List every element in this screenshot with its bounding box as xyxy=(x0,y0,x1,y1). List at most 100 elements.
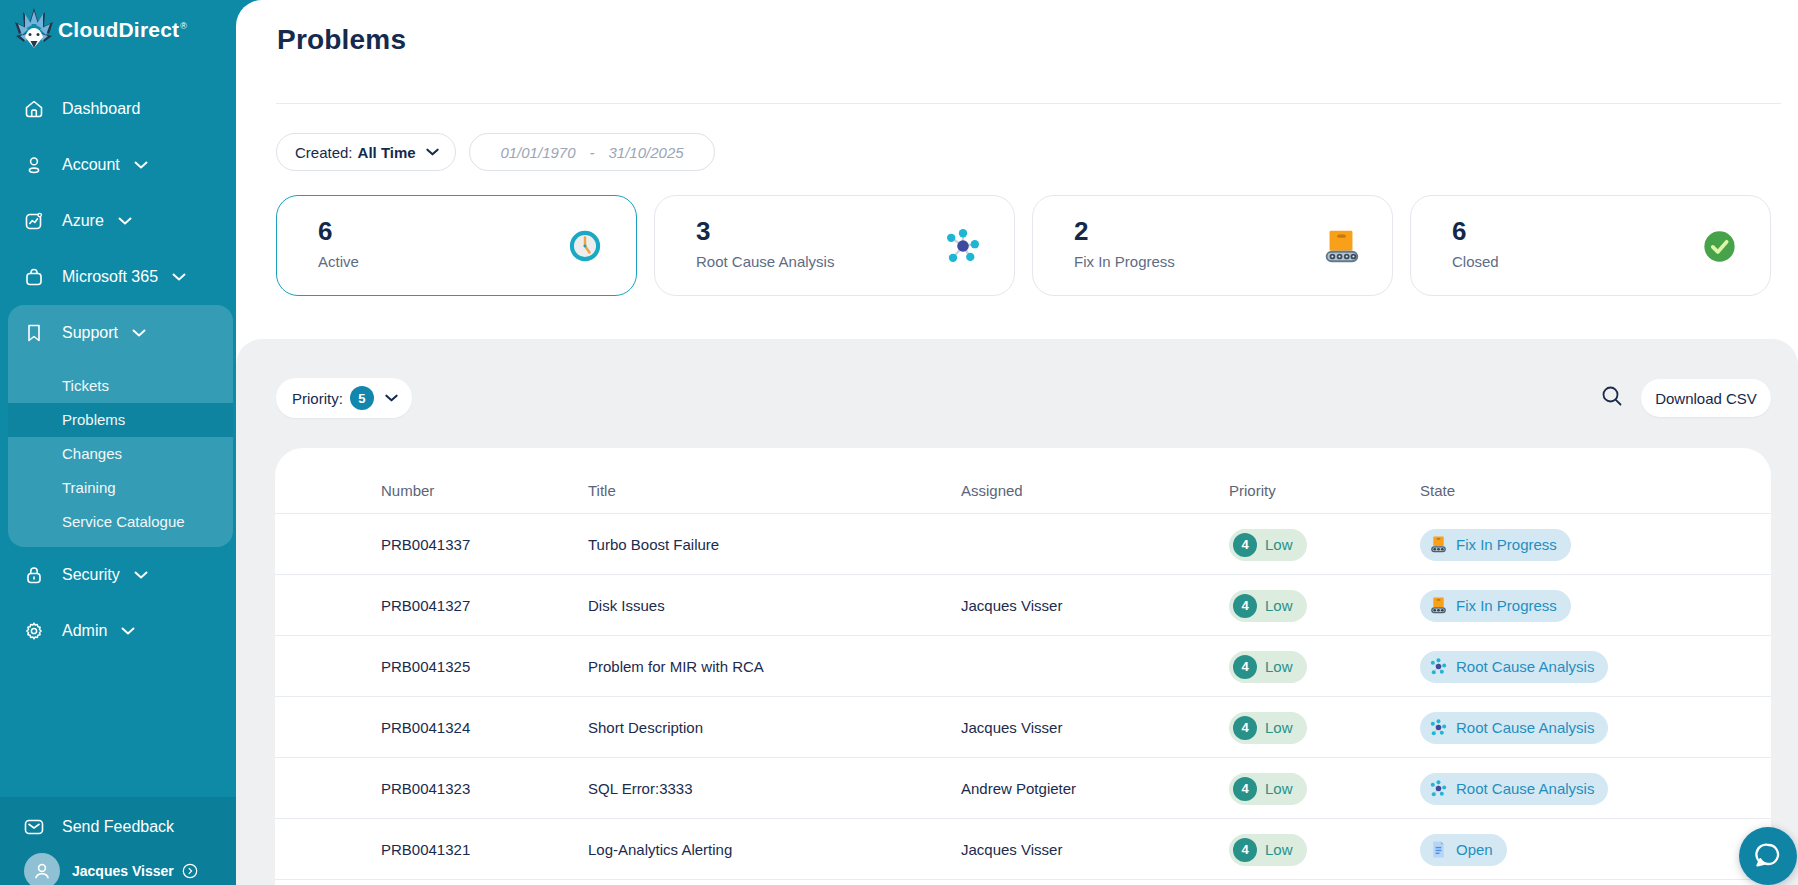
table-row[interactable]: PRB0041325 Problem for MIR with RCA 4Low Ro… xyxy=(275,636,1771,697)
envelope-icon xyxy=(24,817,44,837)
table-body: PRB0041337Turbo Boost Failure4LowFix In … xyxy=(275,514,1771,880)
sidebar-item-account[interactable]: Account xyxy=(0,137,236,193)
sidebar-item-tickets[interactable]: Tickets xyxy=(8,369,233,403)
cell-number: PRB0041321 xyxy=(381,819,470,880)
sidebar-item-dashboard[interactable]: Dashboard xyxy=(0,81,236,137)
state-text: Root Cause Analysis xyxy=(1456,719,1594,736)
priority-number: 4 xyxy=(1233,777,1257,801)
stat-label: Closed xyxy=(1452,253,1499,270)
cell-assigned: Jacques Visser xyxy=(961,697,1062,758)
sidebar-item-microsoft-365[interactable]: Microsoft 365 xyxy=(0,249,236,305)
created-filter-dropdown[interactable]: Created: All Time xyxy=(276,133,456,171)
table-row[interactable]: PRB0041321Log-Analytics AlertingJacques … xyxy=(275,819,1771,880)
table-row[interactable]: PRB0041324 Short Description Jacques Visse… xyxy=(275,697,1771,758)
table-row[interactable]: PRB0041337Turbo Boost Failure4LowFix In … xyxy=(275,514,1771,575)
stat-card-closed[interactable]: 6 Closed xyxy=(1410,195,1771,296)
column-header-number: Number xyxy=(381,467,434,514)
cell-priority: 4 Low xyxy=(1229,758,1307,819)
main-content: Problems Created: All Time 01/01/1970 - … xyxy=(236,0,1798,885)
brand-logo[interactable]: CloudDirect® xyxy=(14,8,187,52)
conveyor-mini-icon xyxy=(1429,535,1448,554)
priority-number: 4 xyxy=(1233,594,1257,618)
sidebar-item-support[interactable]: Support xyxy=(8,305,233,361)
chevron-down-icon xyxy=(121,627,135,635)
molecule-mini-icon xyxy=(1429,657,1448,676)
cell-priority: 4 Low xyxy=(1229,575,1307,636)
search-button[interactable] xyxy=(1592,378,1632,418)
stat-label: Fix In Progress xyxy=(1074,253,1175,270)
created-filter-label: Created: xyxy=(295,144,353,161)
column-header-title: Title xyxy=(588,467,616,514)
cell-state: Open xyxy=(1420,819,1507,880)
sidebar-item-azure[interactable]: Azure xyxy=(0,193,236,249)
cell-priority: 4Low xyxy=(1229,697,1307,758)
created-filter-value: All Time xyxy=(358,144,416,161)
priority-badge: 4Low xyxy=(1229,712,1307,744)
cell-title: Turbo Boost Failure xyxy=(588,514,719,575)
chevron-down-icon xyxy=(132,329,146,337)
cell-priority: 4 Low xyxy=(1229,514,1307,575)
sidebar-item-training[interactable]: Training xyxy=(8,471,233,505)
sidebar-group-support: Support TicketsProblemsChangesTrainingSer… xyxy=(8,305,233,547)
table-row[interactable]: PRB0041327Disk IssuesJacques Visser4LowF… xyxy=(275,575,1771,636)
send-feedback-label: Send Feedback xyxy=(62,818,174,836)
clouddirect-mascot-icon xyxy=(14,8,54,52)
clock-icon xyxy=(563,224,607,268)
molecule-mini-icon xyxy=(1429,779,1448,798)
state-badge: Fix In Progress xyxy=(1420,590,1571,622)
problems-table: NumberTitleAssignedPriorityState PRB0041… xyxy=(275,448,1771,885)
sidebar-item-problems[interactable]: Problems xyxy=(8,403,233,437)
table-panel: Priority: 5 Download CSV Number Title Assi… xyxy=(236,339,1798,885)
cell-number: PRB0041323 xyxy=(381,758,470,819)
sidebar-item-admin[interactable]: Admin xyxy=(0,603,236,659)
stat-value: 3 xyxy=(696,216,710,247)
column-header-assigned: Assigned xyxy=(961,467,1023,514)
sidebar-nav: DashboardAccountAzureMicrosoft 365Suppor… xyxy=(0,81,236,659)
user-menu[interactable]: Jacques Visser xyxy=(0,849,236,885)
cell-title: Disk Issues xyxy=(588,575,665,636)
cell-title: Problem for MIR with RCA xyxy=(588,636,764,697)
chevron-right-circle-icon xyxy=(182,863,198,879)
priority-text: Low xyxy=(1265,597,1293,614)
stat-card-root-cause-analysis[interactable]: 3Root Cause Analysis xyxy=(654,195,1015,296)
send-feedback-item[interactable]: Send Feedback xyxy=(0,805,236,849)
state-text: Root Cause Analysis xyxy=(1456,780,1594,797)
sidebar-item-changes[interactable]: Changes xyxy=(8,437,233,471)
avatar xyxy=(24,853,60,885)
cell-number: PRB0041324 xyxy=(381,697,470,758)
cell-state: Root Cause Analysis xyxy=(1420,636,1608,697)
priority-badge: 4 Low xyxy=(1229,529,1307,561)
date-to: 31/10/2025 xyxy=(609,144,684,161)
table-row[interactable]: PRB0041323SQL Error:3333Andrew Potgieter… xyxy=(275,758,1771,819)
download-csv-button[interactable]: Download CSV xyxy=(1641,379,1771,417)
search-icon xyxy=(1601,385,1623,411)
stat-card-fix-in-progress[interactable]: 2Fix In Progress xyxy=(1032,195,1393,296)
cell-title: Short Description xyxy=(588,697,703,758)
date-range-input[interactable]: 01/01/1970 - 31/10/2025 xyxy=(469,133,715,171)
sidebar-item-security[interactable]: Security xyxy=(0,547,236,603)
chevron-down-icon xyxy=(172,273,186,281)
priority-text: Low xyxy=(1265,841,1293,858)
priority-filter-dropdown[interactable]: Priority: 5 xyxy=(276,378,412,418)
person-icon xyxy=(24,155,44,175)
chat-button[interactable] xyxy=(1739,827,1797,885)
priority-badge: 4Low xyxy=(1229,651,1307,683)
priority-number: 4 xyxy=(1233,533,1257,557)
priority-text: Low xyxy=(1265,780,1293,797)
cell-priority: 4Low xyxy=(1229,636,1307,697)
document-mini-icon xyxy=(1429,840,1448,859)
priority-badge: 4 Low xyxy=(1229,773,1307,805)
priority-text: Low xyxy=(1265,536,1293,553)
stat-value: 6 xyxy=(1452,216,1466,247)
priority-number: 4 xyxy=(1233,655,1257,679)
cell-state: Root Cause Analysis xyxy=(1420,697,1608,758)
chevron-down-icon xyxy=(134,161,148,169)
stat-label: Active xyxy=(318,253,359,270)
table-header-row: NumberTitleAssignedPriorityState xyxy=(275,448,1771,514)
priority-number: 4 xyxy=(1233,838,1257,862)
home-icon xyxy=(24,99,44,119)
sidebar-item-service-catalogue[interactable]: Service Catalogue xyxy=(8,505,233,539)
state-text: Open xyxy=(1456,841,1493,858)
cell-number: PRB0041325 xyxy=(381,636,470,697)
stat-card-active[interactable]: 6Active xyxy=(276,195,637,296)
